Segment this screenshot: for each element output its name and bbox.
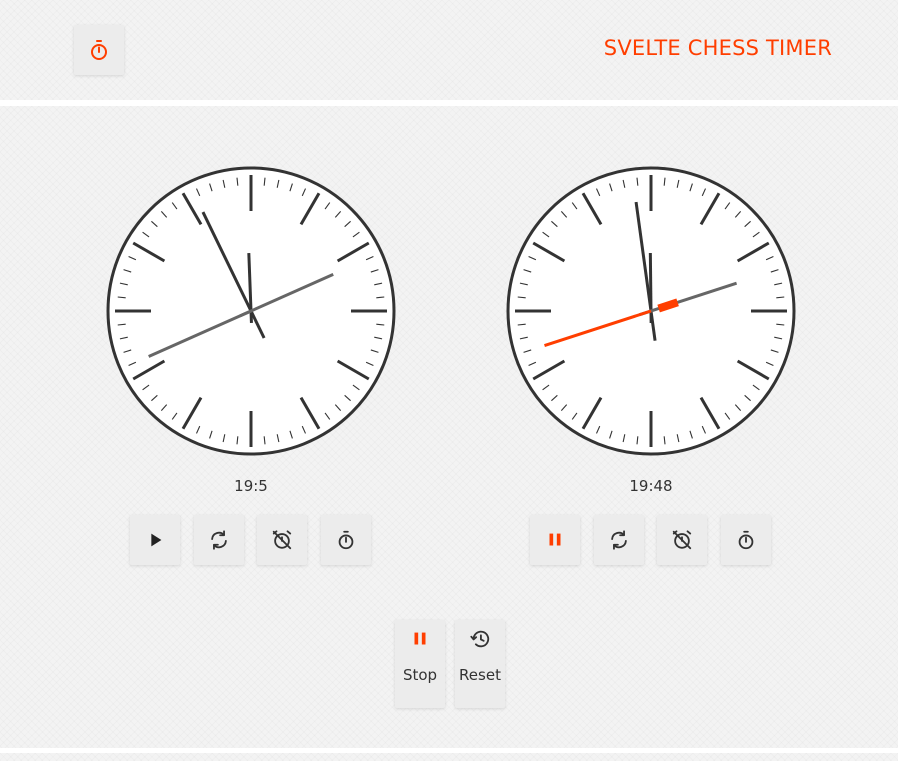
play-icon <box>151 533 162 547</box>
app-title: SVELTE CHESS TIMER <box>603 36 832 60</box>
alarm-off-icon <box>272 530 292 550</box>
footer-divider <box>0 748 898 753</box>
history-icon <box>470 630 490 648</box>
reset-label: Reset <box>459 666 501 684</box>
app-header: SVELTE CHESS TIMER <box>0 0 898 100</box>
refresh-icon <box>211 530 227 550</box>
pause-icon <box>549 533 561 546</box>
stopwatch-icon <box>738 530 754 550</box>
pause-icon <box>414 632 426 645</box>
player-two-clock <box>506 166 796 456</box>
player-one-clock <box>106 166 396 456</box>
player-one-refresh-button[interactable] <box>194 515 244 565</box>
alarm-off-icon <box>672 530 692 550</box>
player-one-play-button[interactable] <box>130 515 180 565</box>
stopwatch-icon <box>338 530 354 550</box>
player-two-refresh-button[interactable] <box>594 515 644 565</box>
player-one-stopwatch-button[interactable] <box>321 515 371 565</box>
refresh-icon <box>611 530 627 550</box>
player-one-alarm-off-button[interactable] <box>257 515 307 565</box>
player-one-time: 19:5 <box>234 477 268 495</box>
player-two-stopwatch-button[interactable] <box>721 515 771 565</box>
player-two-time: 19:48 <box>629 477 673 495</box>
reset-button[interactable]: Reset <box>455 620 505 708</box>
player-two-alarm-off-button[interactable] <box>657 515 707 565</box>
stop-label: Stop <box>402 666 438 684</box>
header-divider <box>0 100 898 106</box>
stopwatch-icon <box>91 40 107 60</box>
player-two-pause-button[interactable] <box>530 515 580 565</box>
logo-button[interactable] <box>74 25 124 75</box>
stop-button[interactable]: Stop <box>395 620 445 708</box>
